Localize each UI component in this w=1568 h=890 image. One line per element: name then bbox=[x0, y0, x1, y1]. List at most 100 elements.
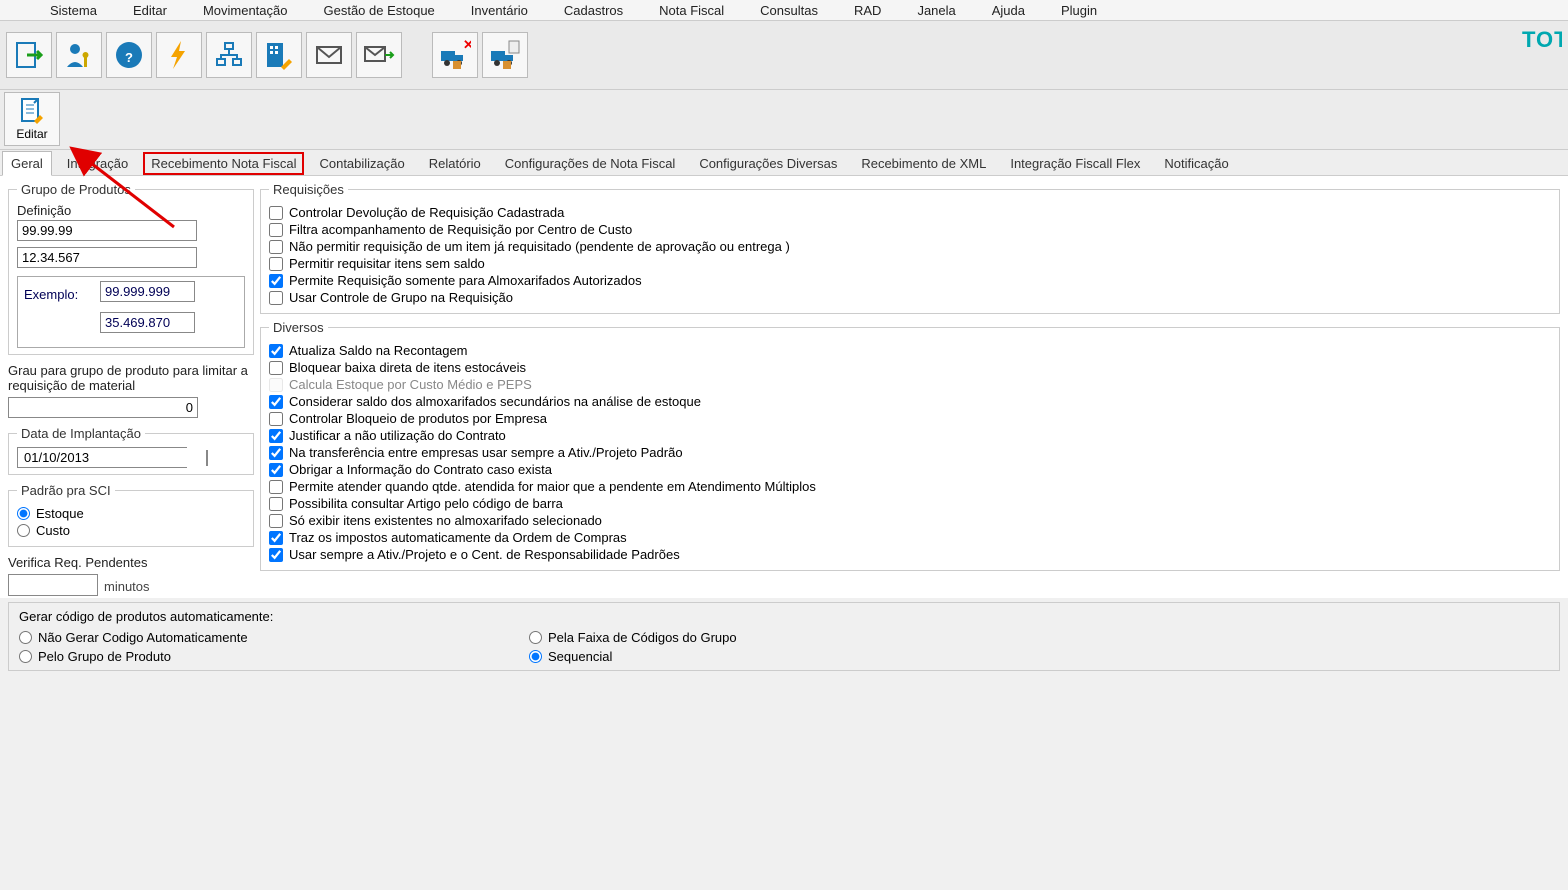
tab-row: GeralIntegração Recebimento Nota Fiscal Co… bbox=[0, 150, 1568, 176]
definicao-field-1[interactable] bbox=[17, 220, 197, 241]
diverso-label-8: Permite atender quando qtde. atendida fo… bbox=[289, 479, 816, 494]
diverso-checkbox-6[interactable] bbox=[269, 446, 283, 460]
diverso-checkbox-9[interactable] bbox=[269, 497, 283, 511]
tab-configurações-diversas[interactable]: Configurações Diversas bbox=[690, 151, 846, 175]
left-column: Grupo de Produtos Definição Exemplo: Gra… bbox=[8, 182, 254, 596]
diverso-row: Permite atender quando qtde. atendida fo… bbox=[269, 479, 1551, 494]
editar-button[interactable]: Editar bbox=[4, 92, 60, 146]
tab-integração-fiscall-flex[interactable]: Integração Fiscall Flex bbox=[1001, 151, 1149, 175]
diverso-row: Atualiza Saldo na Recontagem bbox=[269, 343, 1551, 358]
padrao-sci-custo[interactable] bbox=[17, 524, 30, 537]
diverso-row: Calcula Estoque por Custo Médio e PEPS bbox=[269, 377, 1551, 392]
verifica-req-field[interactable] bbox=[8, 574, 98, 596]
gerar-radio-0[interactable] bbox=[19, 631, 32, 644]
menu-movimentação[interactable]: Movimentação bbox=[185, 3, 306, 18]
tab-configurações-de-nota-fiscal[interactable]: Configurações de Nota Fiscal bbox=[496, 151, 685, 175]
requisicao-checkbox-5[interactable] bbox=[269, 291, 283, 305]
tab-recebimento-de-xml[interactable]: Recebimento de XML bbox=[852, 151, 995, 175]
diverso-row: Só exibir itens existentes no almoxarifa… bbox=[269, 513, 1551, 528]
gerar-radio-1[interactable] bbox=[529, 631, 542, 644]
menu-rad[interactable]: RAD bbox=[836, 3, 899, 18]
toolbar-mailsend-icon[interactable] bbox=[356, 32, 402, 78]
requisicao-label-1: Filtra acompanhamento de Requisição por … bbox=[289, 222, 632, 237]
menu-consultas[interactable]: Consultas bbox=[742, 3, 836, 18]
requisicoes-group: Requisições Controlar Devolução de Requi… bbox=[260, 182, 1560, 314]
diverso-label-11: Traz os impostos automaticamente da Orde… bbox=[289, 530, 627, 545]
toolbar-mail-icon[interactable] bbox=[306, 32, 352, 78]
implantacao-date[interactable] bbox=[17, 447, 187, 468]
menu-editar[interactable]: Editar bbox=[115, 3, 185, 18]
verifica-req-unit: minutos bbox=[104, 579, 150, 596]
diverso-checkbox-3[interactable] bbox=[269, 395, 283, 409]
right-column: Requisições Controlar Devolução de Requi… bbox=[254, 182, 1560, 596]
diverso-checkbox-7[interactable] bbox=[269, 463, 283, 477]
diversos-group: Diversos Atualiza Saldo na RecontagemBlo… bbox=[260, 320, 1560, 571]
toolbar-buildedit-icon[interactable] bbox=[256, 32, 302, 78]
definicao-label: Definição bbox=[17, 203, 245, 218]
menu-janela[interactable]: Janela bbox=[899, 3, 973, 18]
tab-geral[interactable]: Geral bbox=[2, 151, 52, 176]
menu-nota fiscal[interactable]: Nota Fiscal bbox=[641, 3, 742, 18]
grupo-produtos-legend: Grupo de Produtos bbox=[17, 182, 135, 197]
padrao-sci-legend: Padrão pra SCI bbox=[17, 483, 115, 498]
toolbar-user-icon[interactable] bbox=[56, 32, 102, 78]
diversos-legend: Diversos bbox=[269, 320, 328, 335]
diverso-checkbox-4[interactable] bbox=[269, 412, 283, 426]
main-toolbar: ? ✕ TOTVS bbox=[0, 20, 1568, 90]
requisicao-row: Usar Controle de Grupo na Requisição bbox=[269, 290, 1551, 305]
diverso-row: Traz os impostos automaticamente da Orde… bbox=[269, 530, 1551, 545]
gerar-radio-2[interactable] bbox=[19, 650, 32, 663]
diverso-checkbox-8[interactable] bbox=[269, 480, 283, 494]
gerar-radio-3[interactable] bbox=[529, 650, 542, 663]
gerar-radio-row: Sequencial bbox=[529, 649, 1549, 664]
gerar-radio-row: Pela Faixa de Códigos do Grupo bbox=[529, 630, 1549, 645]
implantacao-input[interactable] bbox=[18, 448, 206, 467]
requisicao-checkbox-1[interactable] bbox=[269, 223, 283, 237]
grau-field[interactable] bbox=[8, 397, 198, 418]
requisicao-checkbox-4[interactable] bbox=[269, 274, 283, 288]
menu-gestão de estoque[interactable]: Gestão de Estoque bbox=[305, 3, 452, 18]
requisicao-checkbox-2[interactable] bbox=[269, 240, 283, 254]
definicao-field-2[interactable] bbox=[17, 247, 197, 268]
tab-integração[interactable]: Integração bbox=[58, 151, 137, 175]
diverso-checkbox-5[interactable] bbox=[269, 429, 283, 443]
exemplo-field-1[interactable] bbox=[100, 281, 195, 302]
exemplo-field-2[interactable] bbox=[100, 312, 195, 333]
toolbar-truckx-icon[interactable]: ✕ bbox=[432, 32, 478, 78]
padrao-sci-estoque[interactable] bbox=[17, 507, 30, 520]
tab-contabilização[interactable]: Contabilização bbox=[310, 151, 413, 175]
diverso-label-9: Possibilita consultar Artigo pelo código… bbox=[289, 496, 563, 511]
toolbar-truckdoc-icon[interactable] bbox=[482, 32, 528, 78]
menu-inventário[interactable]: Inventário bbox=[453, 3, 546, 18]
menubar: SistemaEditarMovimentaçãoGestão de Estoq… bbox=[0, 0, 1568, 20]
toolbar-help-icon[interactable]: ? bbox=[106, 32, 152, 78]
requisicao-checkbox-3[interactable] bbox=[269, 257, 283, 271]
requisicao-label-3: Permitir requisitar itens sem saldo bbox=[289, 256, 485, 271]
requisicoes-legend: Requisições bbox=[269, 182, 348, 197]
diverso-checkbox-10[interactable] bbox=[269, 514, 283, 528]
diverso-checkbox-1[interactable] bbox=[269, 361, 283, 375]
tab-relatório[interactable]: Relatório bbox=[420, 151, 490, 175]
calendar-icon[interactable] bbox=[206, 450, 208, 466]
toolbar-exit-icon[interactable] bbox=[6, 32, 52, 78]
toolbar-bolt-icon[interactable] bbox=[156, 32, 202, 78]
diverso-checkbox-11[interactable] bbox=[269, 531, 283, 545]
grau-label: Grau para grupo de produto para limitar … bbox=[8, 363, 254, 393]
diverso-row: Possibilita consultar Artigo pelo código… bbox=[269, 496, 1551, 511]
diverso-checkbox-0[interactable] bbox=[269, 344, 283, 358]
menu-cadastros[interactable]: Cadastros bbox=[546, 3, 641, 18]
requisicao-checkbox-0[interactable] bbox=[269, 206, 283, 220]
diverso-label-12: Usar sempre a Ativ./Projeto e o Cent. de… bbox=[289, 547, 680, 562]
requisicao-label-2: Não permitir requisição de um item já re… bbox=[289, 239, 790, 254]
tab-recebimento-nota-fiscal[interactable]: Recebimento Nota Fiscal bbox=[143, 152, 304, 175]
diverso-label-7: Obrigar a Informação do Contrato caso ex… bbox=[289, 462, 552, 477]
menu-sistema[interactable]: Sistema bbox=[10, 3, 115, 18]
menu-ajuda[interactable]: Ajuda bbox=[974, 3, 1043, 18]
toolbar-org-icon[interactable] bbox=[206, 32, 252, 78]
tab-notificação[interactable]: Notificação bbox=[1155, 151, 1237, 175]
diverso-label-2: Calcula Estoque por Custo Médio e PEPS bbox=[289, 377, 532, 392]
diverso-checkbox-12[interactable] bbox=[269, 548, 283, 562]
svg-text:?: ? bbox=[125, 50, 133, 65]
editar-label: Editar bbox=[16, 127, 47, 141]
menu-plugin[interactable]: Plugin bbox=[1043, 3, 1115, 18]
